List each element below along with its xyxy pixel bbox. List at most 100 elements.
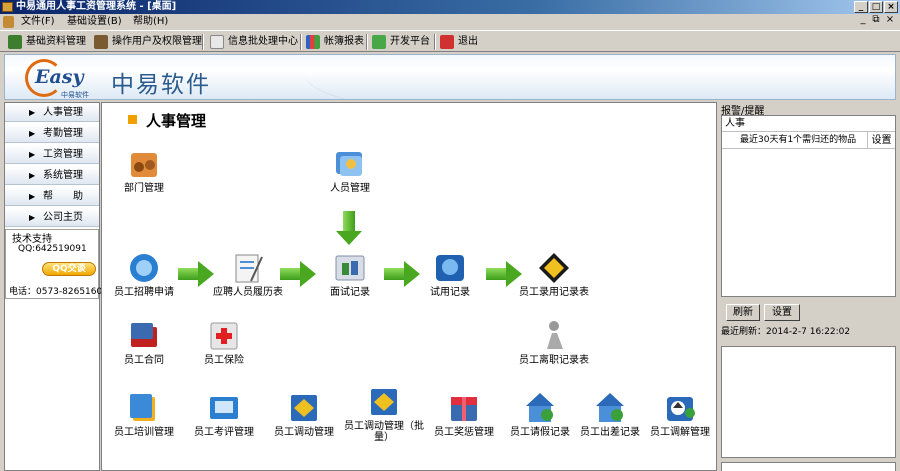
triangle-right-icon: ▶ <box>29 192 36 201</box>
alert-settings-cell[interactable]: 设置 <box>867 132 895 149</box>
staff-icon <box>333 147 367 181</box>
alert-panel: 报警/提醒 人事 最近30天有1个需归还的物品 设置 刷新 设置 最近刷新：20… <box>720 102 898 471</box>
toolbar-batch-center[interactable]: 信息批处理中心 <box>208 33 298 51</box>
banner: Easy 中易软件 中易软件 <box>4 54 896 100</box>
node-trip[interactable]: 员工出差记录 <box>570 391 650 438</box>
app-icon <box>2 2 13 12</box>
node-transfer-batch[interactable]: 员工调动管理（批量） <box>344 385 424 443</box>
trial-icon <box>433 251 467 285</box>
node-training[interactable]: 员工培训管理 <box>104 391 184 438</box>
toolbar-separator <box>434 34 436 50</box>
qq-number: QQ:642519091 <box>18 244 87 254</box>
toolbar-separator <box>202 34 204 50</box>
node-review[interactable]: 员工考评管理 <box>184 391 264 438</box>
mdi-restore-icon[interactable]: ⧉ <box>870 14 882 25</box>
alert-bottom-panel <box>721 462 896 471</box>
node-leave-job[interactable]: 员工离职记录表 <box>514 319 594 366</box>
transfer-batch-sign-icon <box>367 385 401 419</box>
toolbar-basic-data[interactable]: 基础资料管理 <box>6 33 86 51</box>
triangle-right-icon: ▶ <box>29 129 36 138</box>
sidebar: ▶ 人事管理 ▶ 考勤管理 ▶ 工资管理 ▶ 系统管理 ▶ 帮 助 ▶ 公司主页 技术支持 … <box>4 102 108 471</box>
sidebar-item-personnel[interactable]: ▶ 人事管理 <box>5 103 99 122</box>
node-dept[interactable]: 部门管理 <box>104 147 184 194</box>
qq-chat-button[interactable]: QQ交谈 <box>42 262 96 276</box>
support-panel: 技术支持 QQ:642519091 QQ交谈 电话：0573-82651608 <box>5 229 108 299</box>
vacation-icon <box>523 391 557 425</box>
close-button[interactable]: × <box>884 1 898 13</box>
interview-icon <box>333 251 367 285</box>
review-icon <box>207 391 241 425</box>
node-insurance[interactable]: 员工保险 <box>184 319 264 366</box>
support-phone: 电话：0573-82651608 <box>9 287 108 297</box>
node-hire[interactable]: 员工录用记录表 <box>514 251 594 298</box>
sidebar-item-help[interactable]: ▶ 帮 助 <box>5 187 99 206</box>
sidebar-item-homepage[interactable]: ▶ 公司主页 <box>5 208 99 227</box>
main-panel: 人事管理 部门管理 人员管理 员工招聘申请 应聘人员履历表 面试记录 试用记录 <box>101 102 717 471</box>
medical-cross-icon <box>207 319 241 353</box>
maximize-button[interactable]: □ <box>869 1 883 13</box>
recruit-icon <box>127 251 161 285</box>
contract-icon <box>127 319 161 353</box>
menu-basic-settings[interactable]: 基础设置(B) <box>64 14 125 30</box>
settings-button[interactable]: 设置 <box>764 304 800 321</box>
arrow-down-icon <box>336 211 362 245</box>
title-bar: 中易通用人事工资管理系统 - [桌面] _ □ × <box>0 0 900 14</box>
clipboard-icon <box>210 35 224 49</box>
dismiss-icon <box>663 391 697 425</box>
minimize-button[interactable]: _ <box>854 1 868 13</box>
transfer-sign-icon <box>287 391 321 425</box>
gift-icon <box>447 391 481 425</box>
triangle-right-icon: ▶ <box>29 213 36 222</box>
support-title: 技术支持 <box>12 234 52 245</box>
sidebar-item-system[interactable]: ▶ 系统管理 <box>5 166 99 185</box>
app-window: 中易通用人事工资管理系统 - [桌面] _ □ × 文件(F) 基础设置(B) … <box>0 0 900 471</box>
node-reward[interactable]: 员工奖惩管理 <box>424 391 504 438</box>
node-trial[interactable]: 试用记录 <box>410 251 490 298</box>
department-icon <box>127 147 161 181</box>
node-staff[interactable]: 人员管理 <box>310 147 390 194</box>
sidebar-item-attendance[interactable]: ▶ 考勤管理 <box>5 124 99 143</box>
toolbar-dev-platform[interactable]: 开发平台 <box>370 33 430 51</box>
triangle-right-icon: ▶ <box>29 171 36 180</box>
page-title: 人事管理 <box>146 112 207 130</box>
toolbar-separator <box>366 34 368 50</box>
alert-detail-panel <box>721 346 896 458</box>
window-title: 中易通用人事工资管理系统 - [桌面] <box>16 1 177 12</box>
node-recruit[interactable]: 员工招聘申请 <box>104 251 184 298</box>
node-dismiss[interactable]: 员工调解管理 <box>640 391 716 438</box>
toolbar-separator <box>300 34 302 50</box>
section-marker-icon <box>128 115 137 124</box>
menu-file[interactable]: 文件(F) <box>18 14 58 30</box>
menu-bar: 文件(F) 基础设置(B) 帮助(H) _ ⧉ × <box>0 14 900 30</box>
node-resume[interactable]: 应聘人员履历表 <box>208 251 288 298</box>
hire-icon <box>537 251 571 285</box>
toolbar-user-permissions[interactable]: 操作用户及权限管理 <box>92 33 202 51</box>
toolbar-reports[interactable]: 帐簿报表 <box>304 33 364 51</box>
node-vacation[interactable]: 员工请假记录 <box>500 391 580 438</box>
sidebar-item-payroll[interactable]: ▶ 工资管理 <box>5 145 99 164</box>
mdi-close-icon[interactable]: × <box>884 14 896 25</box>
triangle-right-icon: ▶ <box>29 108 36 117</box>
bar-chart-icon <box>306 35 320 49</box>
pencil-icon <box>372 35 386 49</box>
menu-help[interactable]: 帮助(H) <box>130 14 171 30</box>
alert-message: 最近30天有1个需归还的物品 <box>740 135 857 145</box>
node-interview[interactable]: 面试记录 <box>310 251 390 298</box>
triangle-right-icon: ▶ <box>29 150 36 159</box>
alert-category: 人事 <box>722 116 895 132</box>
refresh-button[interactable]: 刷新 <box>726 304 760 321</box>
refresh-time: 最近刷新：2014-2-7 16:22:02 <box>721 327 851 337</box>
node-transfer[interactable]: 员工调动管理 <box>264 391 344 438</box>
brand-name: 中易软件 <box>111 72 211 98</box>
toolbar-exit[interactable]: 退出 <box>438 33 478 51</box>
node-contract[interactable]: 员工合同 <box>104 319 184 366</box>
basic-data-icon <box>8 35 22 49</box>
toolbar: 基础资料管理 操作用户及权限管理 信息批处理中心 帐簿报表 开发平台 退出 <box>0 30 900 52</box>
training-icon <box>127 391 161 425</box>
mdi-minimize-icon[interactable]: _ <box>857 14 869 25</box>
alert-row[interactable]: 最近30天有1个需归还的物品 设置 <box>722 132 895 149</box>
trip-icon <box>593 391 627 425</box>
alert-table: 人事 最近30天有1个需归还的物品 设置 <box>721 115 896 297</box>
person-leaving-icon <box>537 319 571 353</box>
company-logo: Easy 中易软件 <box>25 59 105 99</box>
